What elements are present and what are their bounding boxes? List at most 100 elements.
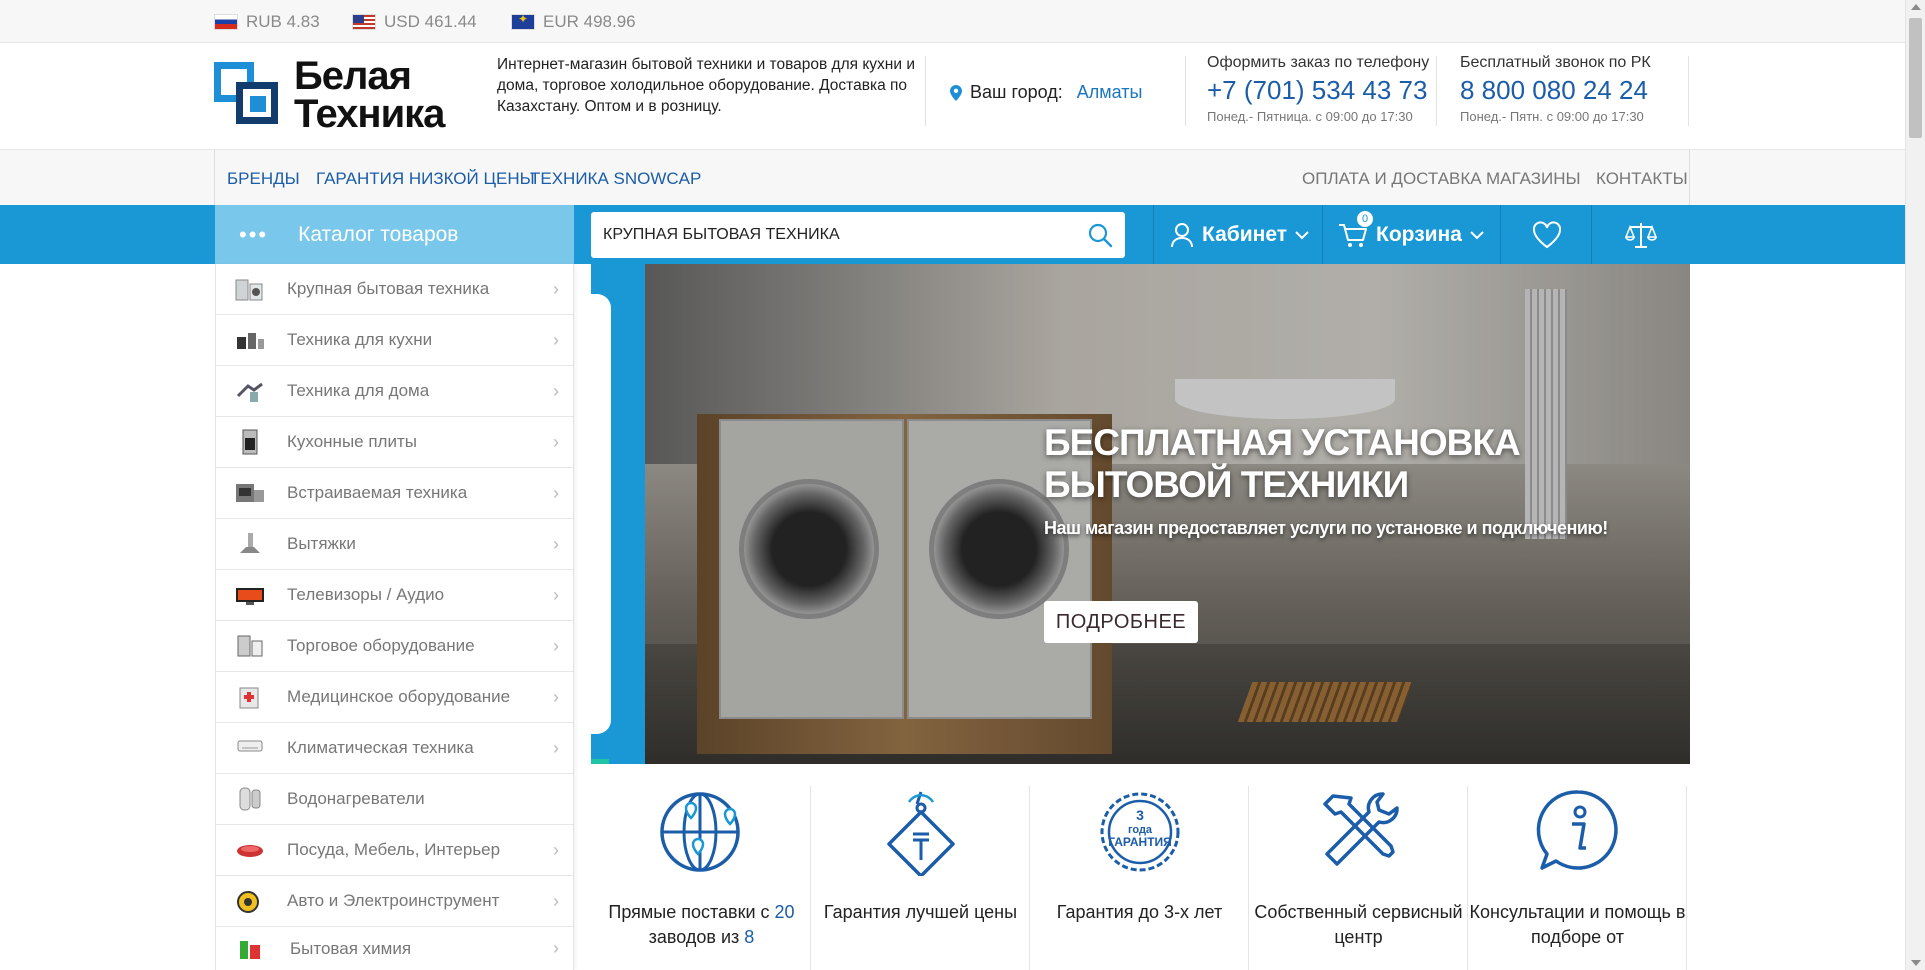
currency-eur: EUR 498.96 xyxy=(511,12,636,32)
chevron-right-icon: › xyxy=(553,584,559,605)
chemicals-thumb-icon xyxy=(240,941,260,959)
sidebar-item-auto-tools[interactable]: Авто и Электроинструмент › xyxy=(216,876,573,927)
scroll-up-arrow-icon[interactable] xyxy=(1911,4,1921,10)
divider xyxy=(214,150,215,207)
search-box xyxy=(591,212,1125,258)
logo-text-line2: Техника xyxy=(294,92,445,136)
divider xyxy=(1185,56,1186,126)
free-call-hours: Понед.- Пятн. с 09:00 до 17:30 xyxy=(1460,109,1644,124)
banner-side-tab xyxy=(591,294,611,734)
kitchen-thumb-icon xyxy=(237,333,264,349)
catalog-button[interactable]: ••• Каталог товаров xyxy=(215,205,574,264)
sidebar-item-tv-audio[interactable]: Телевизоры / Аудио › xyxy=(216,570,573,621)
sidebar-item-label: Водонагреватели xyxy=(287,789,425,808)
seal-label: ГАРАНТИЯ xyxy=(1108,835,1172,849)
feature-text: Гарантия лучшей цены xyxy=(823,902,1018,922)
nav-snowcap[interactable]: ТЕХНИКА SNOWCAP xyxy=(530,169,701,189)
us-flag-icon xyxy=(352,14,376,30)
built-in-thumb-icon xyxy=(236,484,264,502)
sidebar-item-label: Техника для дома xyxy=(287,381,430,400)
city-label: Ваш город: xyxy=(970,82,1063,102)
chevron-right-icon: › xyxy=(553,278,559,299)
feature-text-part: Прямые поставки с xyxy=(608,902,775,922)
sidebar-item-household-chemicals[interactable]: Бытовая химия › xyxy=(216,927,573,970)
banner-subtitle: Наш магазин предоставляет услуги по уста… xyxy=(1044,518,1608,538)
scrollbar-thumb[interactable] xyxy=(1909,18,1922,138)
cabinet-button[interactable]: Кабинет xyxy=(1170,205,1317,264)
nav-brands[interactable]: БРЕНДЫ xyxy=(227,169,300,189)
logo[interactable]: Белая Техника xyxy=(214,56,464,136)
store-tagline: Интернет-магазин бытовой техники и товар… xyxy=(497,56,915,115)
currency-value: USD 461.44 xyxy=(384,12,477,31)
feature-warranty: 3 года ГАРАНТИЯ Гарантия до 3-х лет xyxy=(1030,786,1249,970)
sidebar-item-label: Телевизоры / Аудио xyxy=(287,585,445,604)
banner-progress-indicator xyxy=(591,759,609,764)
sidebar-item-label: Посуда, Мебель, Интерьер xyxy=(287,840,501,859)
nav-shops[interactable]: МАГАЗИНЫ xyxy=(1486,169,1581,189)
search-input[interactable] xyxy=(603,222,1073,248)
feature-best-price: Гарантия лучшей цены xyxy=(811,786,1030,970)
sidebar-item-large-appliances[interactable]: Крупная бытовая техника › xyxy=(216,264,573,315)
hero-banner[interactable]: БЕСПЛАТНАЯ УСТАНОВКА БЫТОВОЙ ТЕХНИКИ Наш… xyxy=(591,264,1690,764)
banner-more-button[interactable]: ПОДРОБНЕЕ xyxy=(1044,601,1198,643)
sidebar-item-label: Бытовая химия xyxy=(290,938,412,958)
currency-usd: USD 461.44 xyxy=(352,12,477,32)
sidebar-item-climate[interactable]: Климатическая техника › xyxy=(216,723,573,774)
chevron-right-icon: › xyxy=(553,686,559,707)
eu-flag-icon xyxy=(511,12,535,30)
warranty-seal-icon: 3годаГАРАНТИЯ xyxy=(1100,792,1180,872)
logo-text-line1: Белая xyxy=(294,54,412,98)
feature-text-part: заводов из xyxy=(648,927,745,947)
banner-title: БЕСПЛАТНАЯ УСТАНОВКА БЫТОВОЙ ТЕХНИКИ xyxy=(1044,422,1521,505)
banner-image: БЕСПЛАТНАЯ УСТАНОВКА БЫТОВОЙ ТЕХНИКИ Наш… xyxy=(645,264,1690,764)
sidebar-item-label: Техника для кухни xyxy=(287,330,433,349)
sidebar-item-medical[interactable]: Медицинское оборудование › xyxy=(216,672,573,723)
city-selector: Ваш город: Алматы xyxy=(950,82,1142,103)
divider xyxy=(925,56,926,126)
sidebar-item-water-heaters[interactable]: Водонагреватели xyxy=(216,774,573,825)
site-header: Белая Техника Интернет-магазин бытовой т… xyxy=(0,44,1905,149)
order-phone-hours: Понед.- Пятница. с 09:00 до 17:30 xyxy=(1207,109,1413,124)
divider xyxy=(1689,150,1690,207)
nav-low-price-guarantee[interactable]: ГАРАНТИЯ НИЗКОЙ ЦЕНЫ xyxy=(316,169,535,189)
feature-text: Собственный сервисный центр xyxy=(1254,902,1463,947)
sidebar-item-built-in[interactable]: Встраиваемая техника › xyxy=(216,468,573,519)
cabinet-label: Кабинет xyxy=(1202,222,1288,246)
currency-rub: RUB 4.83 xyxy=(214,12,320,32)
currency-value: EUR 498.96 xyxy=(543,12,636,31)
chevron-right-icon: › xyxy=(553,890,559,911)
sidebar-item-home[interactable]: Техника для дома › xyxy=(216,366,573,417)
currency-value: RUB 4.83 xyxy=(246,12,320,31)
price-tag-icon xyxy=(887,791,955,876)
search-icon[interactable] xyxy=(1087,222,1113,248)
top-navigation: БРЕНДЫ ГАРАНТИЯ НИЗКОЙ ЦЕНЫ ТЕХНИКА SNOW… xyxy=(0,149,1905,207)
sidebar-item-hoods[interactable]: Вытяжки › xyxy=(216,519,573,570)
favorites-button[interactable] xyxy=(1532,205,1570,264)
page-scrollbar[interactable] xyxy=(1905,0,1925,970)
scroll-down-arrow-icon[interactable] xyxy=(1911,960,1921,966)
sidebar-item-stoves[interactable]: Кухонные плиты › xyxy=(216,417,573,468)
sidebar-item-kitchen[interactable]: Техника для кухни › xyxy=(216,315,573,366)
chevron-right-icon: › xyxy=(553,329,559,350)
banner-overlay xyxy=(645,264,1690,764)
sidebar-item-commercial[interactable]: Торговое оборудование › xyxy=(216,621,573,672)
free-call-block: Бесплатный звонок по РК 8 800 080 24 24 … xyxy=(1460,54,1651,124)
seal-number: 3 xyxy=(1136,807,1144,823)
cart-label: Корзина xyxy=(1376,222,1462,246)
city-link[interactable]: Алматы xyxy=(1077,82,1143,103)
stove-thumb-icon xyxy=(242,429,258,455)
compare-button[interactable] xyxy=(1625,205,1665,264)
feature-direct-supply: Прямые поставки с 20 заводов из 8 xyxy=(592,786,811,970)
free-call-number[interactable]: 8 800 080 24 24 xyxy=(1460,75,1651,106)
medical-thumb-icon xyxy=(239,687,259,709)
sidebar-item-label: Торговое оборудование xyxy=(287,636,475,655)
nav-contacts[interactable]: КОНТАКТЫ xyxy=(1596,169,1688,189)
nav-payment-delivery[interactable]: ОПЛАТА И ДОСТАВКА xyxy=(1302,169,1482,189)
divider xyxy=(1436,56,1437,126)
chevron-right-icon: › xyxy=(553,380,559,401)
dishes-thumb-icon xyxy=(237,845,263,857)
sidebar-item-dishes-furniture[interactable]: Посуда, Мебель, Интерьер › xyxy=(216,825,573,876)
globe-pins-icon xyxy=(660,792,740,872)
order-phone-number[interactable]: +7 (701) 534 43 73 xyxy=(1207,75,1429,106)
divider xyxy=(1591,205,1592,264)
